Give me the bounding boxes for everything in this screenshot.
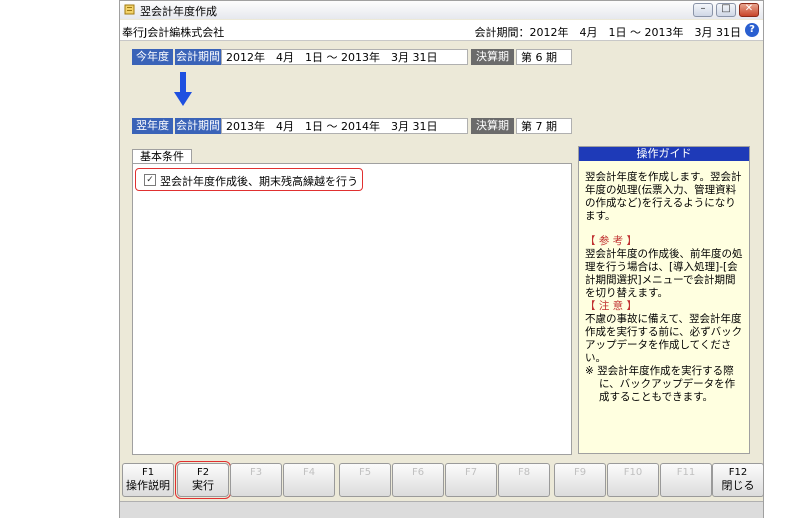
carryover-label: 翌会計年度作成後、期末残高繰越を行う bbox=[160, 175, 358, 188]
f2-execute-button[interactable]: F2 実行 bbox=[175, 461, 231, 499]
maximize-icon: □ bbox=[721, 3, 731, 14]
current-period-label: 会計期間 bbox=[175, 49, 221, 65]
f4-button[interactable]: F4 bbox=[283, 463, 335, 497]
window-title: 翌会計年度作成 bbox=[140, 5, 217, 18]
guide-body: 翌会計年度を作成します。翌会計年度の処理(伝票入力、管理資料の作成など)を行える… bbox=[585, 171, 745, 404]
f10-key: F10 bbox=[623, 467, 643, 478]
current-period-header: 会計期間：2012年 4月 1日 ～ 2013年 3月 31日 bbox=[475, 24, 741, 40]
current-year-label: 今年度 bbox=[132, 49, 173, 65]
period-header-value: 2012年 4月 1日 ～ 2013年 3月 31日 bbox=[529, 26, 741, 39]
next-year-row: 翌年度 会計期間 2013年 4月 1日 ～ 2014年 3月 31日 決算期 … bbox=[132, 118, 572, 134]
f3-key: F3 bbox=[249, 467, 263, 478]
next-term-value: 第 7 期 bbox=[516, 118, 572, 134]
f6-key: F6 bbox=[411, 467, 425, 478]
next-term-label: 決算期 bbox=[471, 118, 514, 134]
current-year-row: 今年度 会計期間 2012年 4月 1日 ～ 2013年 3月 31日 決算期 … bbox=[132, 49, 572, 65]
f10-button[interactable]: F10 bbox=[607, 463, 659, 497]
current-period-value: 2012年 4月 1日 ～ 2013年 3月 31日 bbox=[221, 49, 468, 65]
app-window: 翌会計年度作成 – □ ✕ 奉行J会計編株式会社 会計期間：2012年 4月 1… bbox=[119, 0, 764, 518]
app-icon bbox=[124, 4, 135, 15]
status-bar bbox=[120, 501, 763, 518]
f2-key: F2 bbox=[196, 467, 210, 478]
current-term-value: 第 6 期 bbox=[516, 49, 572, 65]
f12-key: F12 bbox=[728, 467, 748, 478]
next-period-label: 会計期間 bbox=[175, 118, 221, 134]
f9-key: F9 bbox=[573, 467, 587, 478]
current-term-label: 決算期 bbox=[471, 49, 514, 65]
down-arrow-icon bbox=[174, 72, 192, 106]
f5-key: F5 bbox=[358, 467, 372, 478]
title-bar[interactable]: 翌会計年度作成 – □ ✕ bbox=[120, 1, 763, 19]
guide-reference-title: 【 参 考 】 bbox=[585, 235, 638, 247]
minimize-icon: – bbox=[700, 3, 706, 14]
tab-basic-conditions[interactable]: 基本条件 bbox=[132, 149, 192, 164]
f2-label: 実行 bbox=[192, 479, 214, 492]
next-period-value: 2013年 4月 1日 ～ 2014年 3月 31日 bbox=[221, 118, 468, 134]
info-bar: 奉行J会計編株式会社 会計期間：2012年 4月 1日 ～ 2013年 3月 3… bbox=[120, 20, 763, 41]
f3-button[interactable]: F3 bbox=[230, 463, 282, 497]
close-icon: ✕ bbox=[744, 3, 754, 14]
f1-button[interactable]: F1 操作説明 bbox=[122, 463, 174, 497]
function-key-bar: F1 操作説明 F2 実行 F3 F4 F5 F6 F7 F8 F9 F10 F11… bbox=[120, 461, 764, 499]
f7-key: F7 bbox=[464, 467, 478, 478]
guide-warning-body: 不慮の事故に備えて、翌会計年度作成を実行する前に、必ずバックアップデータを作成し… bbox=[585, 313, 743, 364]
carryover-option[interactable]: ✓ 翌会計年度作成後、期末残高繰越を行う bbox=[135, 168, 363, 191]
f8-button[interactable]: F8 bbox=[498, 463, 550, 497]
guide-intro: 翌会計年度を作成します。翌会計年度の処理(伝票入力、管理資料の作成など)を行える… bbox=[585, 171, 742, 222]
guide-note: ※ 翌会計年度作成を実行する際に、バックアップデータを作成することもできます。 bbox=[585, 365, 736, 403]
f9-button[interactable]: F9 bbox=[554, 463, 606, 497]
f1-key: F1 bbox=[141, 467, 155, 478]
f7-button[interactable]: F7 bbox=[445, 463, 497, 497]
close-window-button[interactable]: ✕ bbox=[739, 3, 759, 17]
f4-key: F4 bbox=[302, 467, 316, 478]
guide-reference-body: 翌会計年度の作成後、前年度の処理を行う場合は、[導入処理]-[会計期間選択]メニ… bbox=[585, 248, 743, 299]
maximize-button[interactable]: □ bbox=[716, 3, 736, 17]
operation-guide: 操作ガイド 翌会計年度を作成します。翌会計年度の処理(伝票入力、管理資料の作成な… bbox=[578, 146, 750, 454]
f12-label: 閉じる bbox=[721, 479, 755, 492]
guide-warning-title: 【 注 意 】 bbox=[585, 300, 638, 312]
help-icon[interactable]: ? bbox=[745, 23, 759, 37]
company-name: 奉行J会計編株式会社 bbox=[122, 26, 225, 39]
f11-button[interactable]: F11 bbox=[660, 463, 712, 497]
f6-button[interactable]: F6 bbox=[392, 463, 444, 497]
f5-button[interactable]: F5 bbox=[339, 463, 391, 497]
f11-key: F11 bbox=[676, 467, 696, 478]
carryover-checkbox[interactable]: ✓ bbox=[144, 174, 156, 186]
next-year-label: 翌年度 bbox=[132, 118, 173, 134]
f12-close-button[interactable]: F12 閉じる bbox=[712, 463, 764, 497]
guide-title: 操作ガイド bbox=[579, 147, 749, 161]
minimize-button[interactable]: – bbox=[693, 3, 713, 17]
period-header-label: 会計期間： bbox=[474, 26, 530, 39]
f1-label: 操作説明 bbox=[126, 479, 170, 492]
basic-conditions-panel bbox=[132, 163, 572, 455]
f8-key: F8 bbox=[517, 467, 531, 478]
